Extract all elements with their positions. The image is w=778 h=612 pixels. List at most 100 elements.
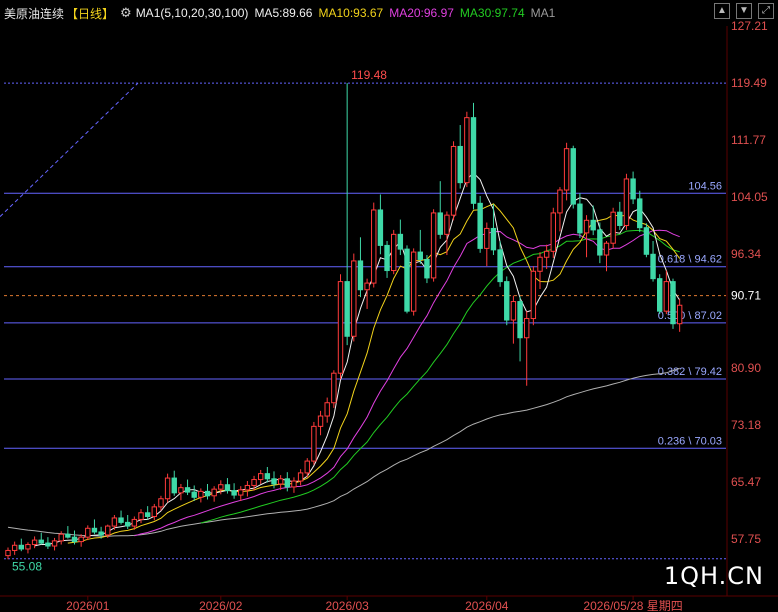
candle-body (384, 244, 390, 272)
candle-body (657, 278, 663, 312)
candle-body (424, 258, 430, 279)
candle-body (357, 260, 364, 291)
candle-body (91, 527, 98, 533)
candle-body (597, 229, 603, 256)
x-tick-label: 2026/02 (199, 599, 243, 612)
candle-body (5, 549, 11, 557)
candle-body (637, 198, 643, 229)
high-label: 119.48 (351, 68, 387, 82)
y-tick-label: 73.18 (731, 418, 761, 432)
y-tick-label: 104.05 (731, 190, 768, 204)
candle-body (417, 251, 424, 260)
candle-body (11, 544, 18, 551)
candle-body (151, 506, 158, 517)
price-plot[interactable]: 104.560.618 \ 94.620.500 \ 87.020.382 \ … (0, 0, 778, 612)
candle-body (437, 212, 443, 235)
candle-body (304, 460, 310, 474)
candle-body (224, 484, 231, 492)
x-tick-label: 2026/03 (325, 599, 369, 612)
x-tick-label: 2026/01 (66, 599, 110, 612)
candle-body (25, 544, 31, 550)
candle-body (291, 480, 297, 488)
candle-body (550, 212, 556, 252)
candle-body (131, 518, 138, 527)
candle-body (98, 531, 104, 536)
candle-body (258, 473, 264, 481)
candle-body (377, 209, 384, 246)
candle-body (125, 521, 131, 527)
candle-body (457, 145, 463, 184)
candle-body (111, 517, 118, 527)
low-label: 55.08 (12, 560, 42, 574)
candle-body (583, 219, 590, 234)
candle-body (118, 517, 124, 523)
candle-body (617, 211, 623, 226)
candle-body (351, 260, 357, 337)
candle-body (337, 281, 344, 374)
candle-body (670, 281, 676, 325)
y-tick-label: 111.77 (731, 133, 766, 147)
candle-body (630, 178, 636, 200)
candle-body (18, 544, 25, 550)
candle-body (218, 484, 224, 490)
fib-level-label: 0.236 \ 70.03 (658, 435, 722, 447)
y-tick-label: 96.34 (731, 247, 761, 261)
candle-body (198, 490, 204, 498)
watermark: 1QH.CN (663, 562, 764, 590)
candle-body (277, 478, 284, 485)
y-tick-label: 90.71 (731, 289, 761, 303)
candle-body (184, 487, 191, 493)
candle-body (444, 214, 450, 235)
candle-body (371, 209, 377, 284)
candle-body (244, 484, 251, 491)
candle-body (450, 145, 457, 216)
candle-body (264, 473, 271, 480)
candle-body (543, 250, 550, 258)
candle-body (78, 536, 84, 543)
ma5-line (34, 172, 681, 547)
candle-body (364, 282, 370, 291)
candle-body (138, 512, 144, 520)
candle-body (297, 472, 304, 482)
candle-body (391, 233, 397, 272)
candle-body (38, 539, 44, 544)
candle-body (404, 248, 410, 312)
candle-body (676, 304, 683, 325)
candle-body (484, 227, 490, 249)
x-tick-label: 2026/04 (465, 599, 509, 612)
candle-body (610, 211, 616, 244)
candle-body (577, 203, 583, 234)
trend-line (0, 82, 139, 217)
y-tick-label: 119.49 (731, 76, 767, 90)
candle-body (71, 536, 78, 543)
candle-body (164, 477, 171, 500)
candle-body (58, 533, 64, 542)
candle-body (430, 212, 437, 279)
candle-body (623, 178, 630, 226)
candle-body (504, 281, 510, 321)
y-tick-label: 65.47 (731, 475, 761, 489)
candle-body (510, 301, 517, 321)
candle-body (204, 490, 211, 497)
candle-body (497, 249, 503, 283)
y-tick-label: 127.21 (731, 19, 768, 33)
candle-body (178, 487, 184, 494)
candle-body (65, 533, 71, 538)
fib-level-label: 0.618 \ 94.62 (658, 254, 722, 266)
candle-body (517, 301, 523, 339)
candle-body (650, 253, 656, 280)
candle-body (663, 281, 670, 312)
candle-body (530, 270, 537, 320)
candle-body (324, 402, 330, 417)
candle-body (158, 498, 164, 508)
chart-root: 美原油连续 【日线】 ⚙ MA1(5,10,20,30,100) MA5:89.… (0, 0, 778, 612)
candle-body (464, 117, 470, 184)
candle-body (490, 227, 497, 251)
candle-body (410, 251, 417, 312)
candle-body (470, 117, 477, 204)
candle-body (231, 490, 237, 496)
candle-body (537, 256, 543, 272)
x-tick-label: 2026/05/28 星期四 (583, 599, 682, 612)
candle-body (524, 318, 530, 339)
candle-body (144, 512, 151, 517)
